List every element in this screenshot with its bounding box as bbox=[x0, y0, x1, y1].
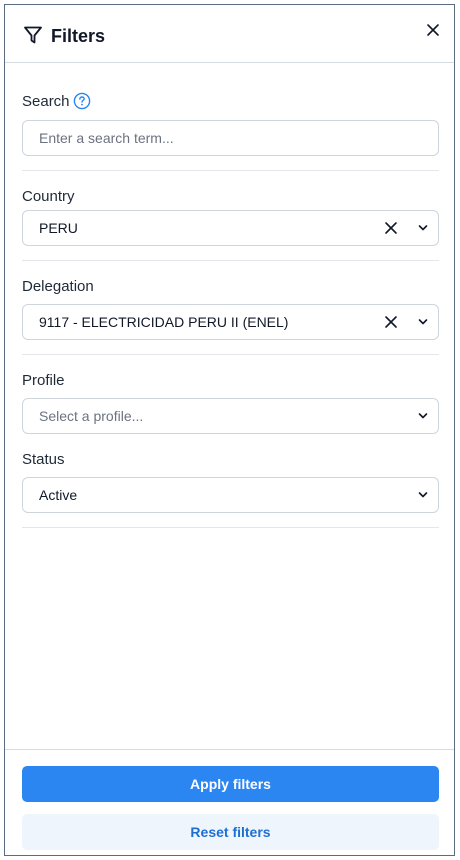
apply-filters-button[interactable]: Apply filters bbox=[22, 766, 439, 802]
delegation-label: Delegation bbox=[22, 278, 94, 295]
divider bbox=[22, 170, 439, 171]
delegation-select[interactable]: 9117 - ELECTRICIDAD PERU II (ENEL) bbox=[22, 304, 439, 340]
funnel-icon bbox=[24, 26, 42, 44]
panel-title: Filters bbox=[51, 26, 106, 46]
country-select[interactable]: PERU bbox=[22, 210, 439, 246]
reset-filters-button[interactable]: Reset filters bbox=[22, 814, 439, 850]
status-select[interactable]: Active bbox=[22, 477, 439, 513]
status-label: Status bbox=[22, 451, 65, 468]
chevron-down-icon[interactable] bbox=[418, 412, 428, 420]
profile-label: Profile bbox=[22, 372, 65, 389]
delegation-value: 9117 - ELECTRICIDAD PERU II (ENEL) bbox=[39, 314, 289, 330]
country-value: PERU bbox=[39, 220, 78, 236]
search-label: Search bbox=[22, 93, 70, 110]
status-value: Active bbox=[39, 487, 78, 503]
divider bbox=[22, 527, 439, 528]
panel-header: Filters bbox=[5, 5, 454, 63]
help-icon[interactable] bbox=[73, 92, 91, 110]
filters-panel: Filters Search Enter a search term... Co… bbox=[4, 4, 455, 856]
profile-placeholder: Select a profile... bbox=[39, 408, 144, 424]
divider bbox=[22, 354, 439, 355]
profile-select[interactable]: Select a profile... bbox=[22, 398, 439, 434]
chevron-down-icon[interactable] bbox=[418, 318, 428, 326]
panel-footer: Apply filters Reset filters bbox=[5, 749, 454, 857]
clear-icon[interactable] bbox=[384, 221, 398, 235]
search-input[interactable]: Enter a search term... bbox=[22, 120, 439, 156]
chevron-down-icon[interactable] bbox=[418, 224, 428, 232]
search-placeholder: Enter a search term... bbox=[39, 130, 174, 146]
country-label: Country bbox=[22, 188, 75, 205]
close-icon[interactable] bbox=[422, 19, 444, 41]
divider bbox=[22, 260, 439, 261]
clear-icon[interactable] bbox=[384, 315, 398, 329]
chevron-down-icon[interactable] bbox=[418, 491, 428, 499]
